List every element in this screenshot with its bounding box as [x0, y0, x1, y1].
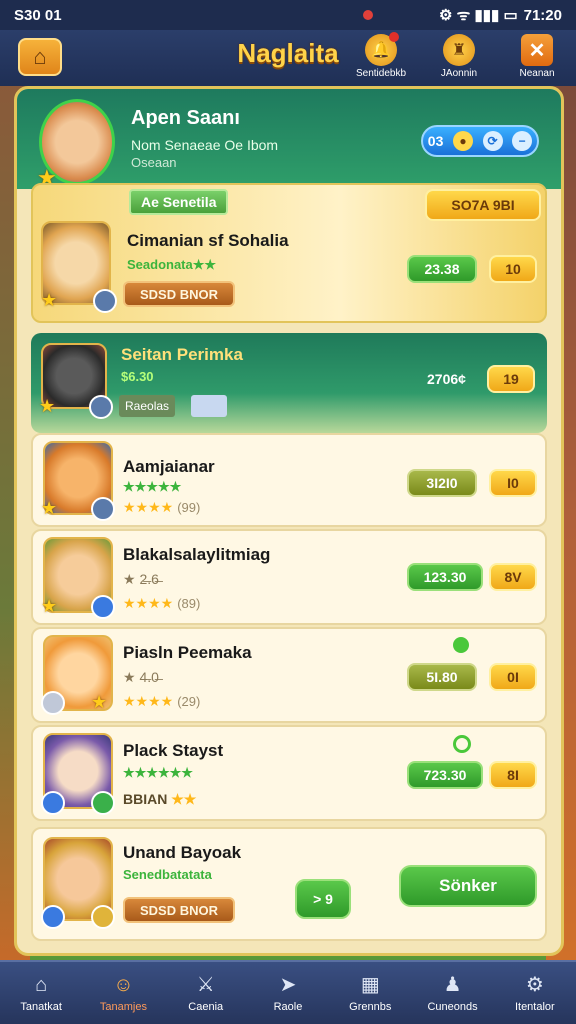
player-subtitle-2: Oseaan — [131, 155, 177, 170]
nav-item-user[interactable]: ♟ Cuneonds — [411, 962, 493, 1024]
player-header: ★ Apen Saanı Nom Senaeae Oe Ibom Oseaan … — [17, 89, 561, 189]
bell-icon: 🔔 — [365, 32, 399, 66]
flag-icon — [191, 395, 227, 417]
count-badge: 8I — [489, 761, 537, 789]
main-panel: ★ Apen Saanı Nom Senaeae Oe Ibom Oseaan … — [14, 86, 564, 956]
list-item[interactable]: Unand Bayoak Senedbatatata SDSD BNOR > 9… — [31, 827, 547, 941]
list-item[interactable]: Ae Senetila SO7A 9BI ★ Cimanian sf Sohal… — [31, 183, 547, 323]
trophy-icon: ♜ — [443, 34, 475, 66]
badge-icon — [93, 289, 117, 313]
value-badge: 3I2I0 — [407, 469, 477, 497]
badge-icon — [91, 595, 115, 619]
count-badge: 8V — [489, 563, 537, 591]
profile-icon: ☺ — [113, 974, 134, 996]
badge-icon — [41, 905, 65, 929]
player-subtitle: Nom Senaeae Oe Ibom — [131, 137, 279, 153]
top-value-badge: SO7A 9BI — [425, 189, 541, 221]
badge-icon — [41, 791, 65, 815]
location-icon — [363, 10, 374, 20]
user-icon: ♟ — [443, 974, 462, 996]
value-badge: 23.38 — [407, 255, 477, 283]
list-item[interactable]: ★ Blakalsalaylitmiag ★ 2̶.6̶ ★★★★ (89) 12… — [31, 529, 547, 625]
count-badge: 0I — [489, 663, 537, 691]
section-tag: Ae Senetila — [129, 189, 229, 215]
count-badge: I0 — [489, 469, 537, 497]
star-icon: ★ — [39, 396, 56, 416]
status-left: S30 01 — [14, 6, 62, 24]
close-button[interactable]: ✕ Neanan — [508, 34, 566, 79]
list-item[interactable]: ★ Piasln Peemaka ★ 4̶.0̶ ★★★★ (29) 5I.80 … — [31, 627, 547, 723]
signal-icon: ⚙ ᯤ ▮▮▮ ▭ — [439, 7, 518, 24]
gear-icon: ⚙ — [525, 974, 544, 996]
next-button[interactable]: > 9 — [295, 879, 351, 919]
star-icon: ★ — [41, 498, 58, 518]
grid-icon: ▦ — [360, 974, 380, 996]
check-icon — [453, 637, 469, 653]
coin-icon: ● — [452, 131, 473, 151]
nav-item-profile[interactable]: ☺ Tanamjes — [82, 962, 164, 1024]
bottom-nav: ⌂ Tanatkat ☺ Tanamjes ⚔ Caenia ➤ Raole ▦… — [0, 960, 576, 1024]
badge-icon — [89, 395, 113, 419]
primary-action-button[interactable]: Sönker — [399, 865, 537, 907]
count-badge: 10 — [489, 255, 537, 283]
nav-item-settings[interactable]: ⚙ Itentalor — [494, 962, 576, 1024]
action-button[interactable]: SDSD BNOR — [123, 897, 235, 923]
list-item[interactable]: ★ Aamjaianar ★★★★★ ★★★★ (99) 3I2I0 I0 — [31, 433, 547, 527]
star-badge-icon — [91, 791, 115, 815]
map-icon: ➤ — [279, 974, 297, 996]
list-item[interactable]: ★ Seitan Perimka $6.30 Raeolas 2706¢ 19 — [31, 333, 547, 433]
currency-pill[interactable]: 03 ● ⟳ − — [421, 125, 539, 157]
tag-label: Raeolas — [119, 395, 176, 417]
action-button[interactable]: SDSD BNOR — [123, 281, 235, 307]
star-icon: ★ — [91, 692, 108, 712]
player-name: Apen Saanı — [131, 107, 240, 129]
status-bar: S30 01 ⚙ ᯤ ▮▮▮ ▭ 71:20 — [0, 0, 576, 30]
sword-icon: ⚔ — [196, 974, 215, 996]
value-text: 2706¢ — [427, 371, 466, 387]
value-badge: 723.30 — [407, 761, 483, 789]
ring-icon — [453, 735, 471, 753]
home-icon: ⌂ — [35, 974, 48, 996]
badge-icon — [41, 691, 65, 715]
star-icon: ★ — [41, 596, 58, 616]
close-icon: ✕ — [521, 34, 553, 66]
value-badge: 5I.80 — [407, 663, 477, 691]
notifications-button[interactable]: 🔔 Sentidebkb — [352, 32, 410, 79]
coin-badge-icon — [91, 905, 115, 929]
nav-item-grid[interactable]: ▦ Grennbs — [329, 962, 411, 1024]
refresh-icon: ⟳ — [482, 131, 503, 151]
nav-item-map[interactable]: ➤ Raole — [247, 962, 329, 1024]
badge-icon — [91, 497, 115, 521]
status-time: 71:20 — [523, 6, 562, 24]
count-badge: 19 — [487, 365, 535, 393]
achievements-button[interactable]: ♜ JAonnin — [430, 34, 488, 79]
star-icon: ★ — [41, 290, 58, 310]
list-item[interactable]: Plack Stayst ★★★★★★ BBIAN ★★ 723.30 8I — [31, 725, 547, 821]
nav-item-home[interactable]: ⌂ Tanatkat — [0, 962, 82, 1024]
top-header: ⌂ Naglaita 🔔 Sentidebkb ♜ JAonnin ✕ Nean… — [0, 30, 576, 86]
nav-item-battle[interactable]: ⚔ Caenia — [165, 962, 247, 1024]
minus-icon: − — [512, 131, 533, 151]
value-badge: 123.30 — [407, 563, 483, 591]
